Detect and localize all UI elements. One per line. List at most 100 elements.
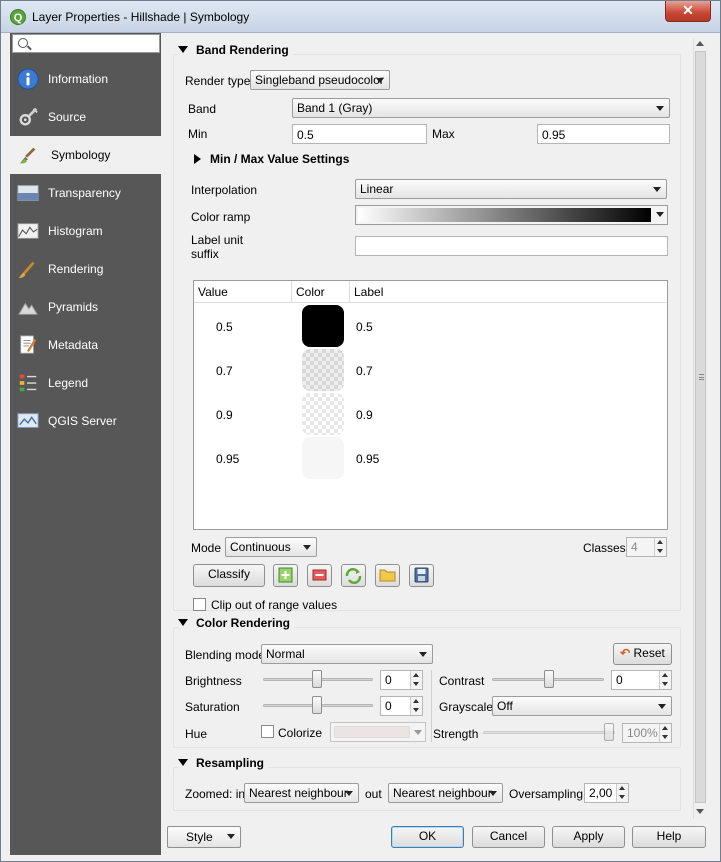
contrast-slider-handle[interactable]	[544, 670, 554, 688]
classes-spinbox[interactable]: 4	[626, 537, 667, 557]
sidebar-item-label: Metadata	[48, 338, 99, 352]
plus-icon	[278, 567, 293, 583]
collapse-arrow-icon	[178, 46, 188, 53]
color-swatch[interactable]	[302, 305, 344, 347]
save-icon	[414, 567, 429, 583]
clip-out-of-range-label: Clip out of range values	[211, 598, 338, 612]
color-swatch[interactable]	[302, 349, 344, 391]
saturation-slider-handle[interactable]	[312, 696, 322, 714]
zoomed-in-label: Zoomed: in	[185, 787, 246, 801]
close-button[interactable]: ✕	[665, 1, 711, 22]
resampling-header[interactable]: Resampling	[178, 756, 269, 770]
mode-select[interactable]: Continuous	[225, 537, 317, 557]
scroll-up-arrow-icon[interactable]	[696, 41, 704, 46]
title-bar: Q Layer Properties - Hillshade | Symbolo…	[1, 1, 720, 33]
sidebar-item-information[interactable]: Information	[10, 60, 161, 98]
strength-label: Strength	[433, 727, 479, 741]
source-icon	[19, 107, 38, 126]
color-map-table[interactable]: Value Color Label 0.5 0.5 0.7 0.7 0.9 0.…	[193, 280, 668, 530]
add-value-button[interactable]	[273, 564, 298, 587]
sidebar-item-source[interactable]: Source	[10, 98, 161, 136]
zoomed-out-select[interactable]: Nearest neighbour	[388, 783, 503, 803]
min-label: Min	[188, 127, 208, 141]
grayscale-select[interactable]: Off	[492, 696, 672, 716]
sidebar-item-label: Source	[48, 110, 87, 124]
info-icon	[17, 68, 39, 90]
color-rendering-header[interactable]: Color Rendering	[178, 616, 295, 630]
remove-value-button[interactable]	[307, 564, 332, 587]
hue-label: Hue	[185, 727, 208, 741]
classes-label: Classes	[583, 541, 626, 555]
dialog-button-bar: Style OK Cancel Apply Help	[163, 819, 708, 855]
column-header-value[interactable]: Value	[194, 281, 292, 303]
sidebar-item-histogram[interactable]: Histogram	[10, 212, 161, 250]
sidebar-search[interactable]	[12, 34, 160, 53]
strength-spinbox[interactable]: 100%	[622, 723, 672, 743]
scrollbar-thumb[interactable]	[695, 51, 706, 803]
color-swatch[interactable]	[302, 393, 344, 435]
style-menu-button[interactable]: Style	[167, 826, 241, 848]
blending-mode-select[interactable]: Normal	[261, 644, 433, 664]
sidebar-item-rendering[interactable]: Rendering	[10, 250, 161, 288]
search-input[interactable]	[31, 36, 157, 51]
brightness-spinbox[interactable]: 0	[380, 670, 423, 690]
scroll-down-arrow-icon[interactable]	[696, 809, 704, 814]
help-button[interactable]: Help	[632, 826, 706, 848]
sidebar-item-qgis-server[interactable]: QGIS Server	[10, 402, 161, 440]
cancel-button[interactable]: Cancel	[472, 826, 545, 848]
label-unit-suffix-label: Label unit suffix	[191, 233, 244, 261]
column-header-label[interactable]: Label	[350, 281, 667, 303]
label-unit-suffix-input[interactable]	[355, 236, 668, 256]
sidebar-item-symbology[interactable]: Symbology	[10, 136, 161, 174]
colorize-checkbox[interactable]	[261, 725, 274, 738]
apply-button[interactable]: Apply	[552, 826, 625, 848]
colorize-label: Colorize	[278, 726, 323, 740]
band-rendering-header[interactable]: Band Rendering	[178, 43, 293, 57]
column-header-color[interactable]: Color	[292, 281, 350, 303]
render-type-select[interactable]: Singleband pseudocolor	[250, 70, 390, 90]
clip-out-of-range-checkbox[interactable]	[193, 598, 206, 611]
band-label: Band	[188, 102, 217, 116]
classify-button[interactable]: Classify	[193, 564, 265, 587]
min-input[interactable]	[292, 124, 427, 144]
sidebar-item-label: QGIS Server	[48, 414, 117, 428]
color-swatch[interactable]	[302, 437, 344, 479]
grayscale-label: Grayscale	[439, 700, 494, 714]
qgis-server-icon	[17, 413, 39, 428]
sidebar-item-label: Information	[48, 72, 109, 86]
sidebar-item-transparency[interactable]: Transparency	[10, 174, 161, 212]
max-input[interactable]	[537, 124, 670, 144]
sidebar-item-legend[interactable]: Legend	[10, 364, 161, 402]
sidebar-item-pyramids[interactable]: Pyramids	[10, 288, 161, 326]
symbology-panel: Band Rendering Render type Singleband ps…	[163, 39, 708, 819]
strength-slider-handle[interactable]	[604, 723, 614, 741]
sidebar-item-label: Histogram	[48, 224, 103, 238]
color-ramp-select[interactable]	[355, 205, 668, 225]
saturation-spinbox[interactable]: 0	[380, 696, 423, 716]
minmax-settings-toggle[interactable]: Min / Max Value Settings	[194, 152, 349, 166]
oversampling-spinbox[interactable]: 2,00	[584, 783, 629, 803]
main-scrollbar[interactable]	[693, 39, 707, 819]
reverse-order-button[interactable]	[341, 564, 366, 587]
ok-button[interactable]: OK	[391, 826, 464, 848]
colorize-color-button[interactable]	[330, 722, 426, 742]
resampling-section: Resampling Zoomed: in Nearest neighbour …	[173, 756, 681, 811]
colorize-color-swatch	[334, 726, 410, 738]
transparency-icon	[17, 185, 39, 201]
reset-button[interactable]: ↶ Reset	[613, 643, 672, 665]
sidebar-item-label: Rendering	[48, 262, 104, 276]
interpolation-select[interactable]: Linear	[355, 179, 667, 199]
sidebar-item-label: Symbology	[51, 148, 111, 162]
row-value: 0.7	[216, 364, 233, 378]
oversampling-label: Oversampling	[509, 787, 584, 801]
strength-slider-track[interactable]	[483, 731, 615, 734]
interpolation-label: Interpolation	[191, 183, 258, 197]
brightness-slider-handle[interactable]	[312, 670, 322, 688]
sidebar-item-metadata[interactable]: Metadata	[10, 326, 161, 364]
load-color-map-button[interactable]	[375, 564, 400, 587]
zoomed-in-select[interactable]: Nearest neighbour	[244, 783, 359, 803]
color-rendering-section: Color Rendering Blending mode Normal ↶ R…	[173, 616, 681, 748]
contrast-spinbox[interactable]: 0	[611, 670, 672, 690]
band-select[interactable]: Band 1 (Gray)	[292, 98, 670, 118]
export-color-map-button[interactable]	[409, 564, 434, 587]
